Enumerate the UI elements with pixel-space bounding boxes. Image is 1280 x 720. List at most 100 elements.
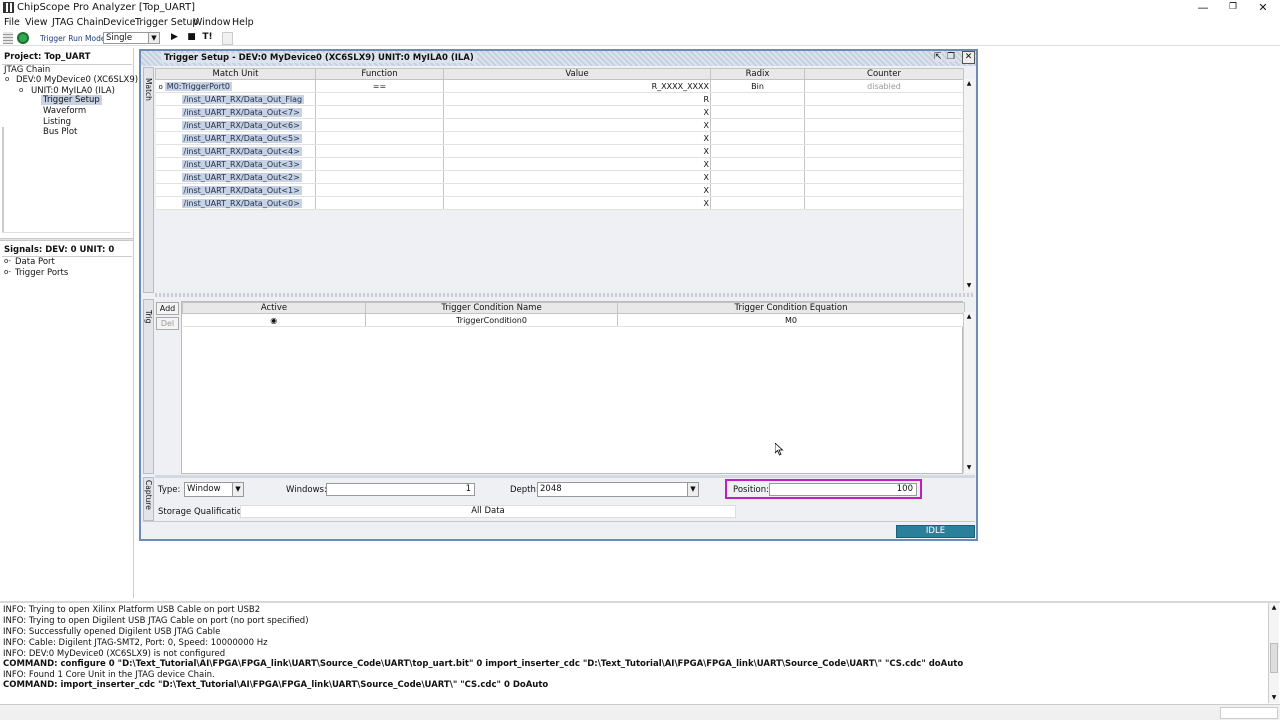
tree-item-trigger-setup[interactable]: Trigger Setup — [41, 95, 102, 105]
match-table-area: Match Unit Function Value Radix Counter … — [155, 68, 964, 292]
table-row[interactable]: /inst_UART_RX/Data_Out<1> X — [155, 183, 964, 197]
tree-item-waveform[interactable]: Waveform — [43, 106, 86, 116]
close-button[interactable]: ✕ — [1248, 0, 1278, 16]
console-line: INFO: Trying to open Xilinx Platform USB… — [3, 605, 261, 615]
value-cell[interactable]: X — [443, 183, 711, 197]
condition-name-cell[interactable]: TriggerCondition0 — [365, 313, 618, 327]
maximize-icon[interactable]: ❐ — [947, 52, 956, 62]
scroll-down-icon[interactable]: ▼ — [964, 463, 974, 473]
column-header[interactable]: Active — [182, 302, 366, 314]
section-splitter[interactable] — [155, 475, 975, 478]
storage-qualification-field[interactable]: All Data — [240, 505, 736, 518]
tree-toggle-icon[interactable]: o — [19, 86, 23, 94]
table-row[interactable]: /inst_UART_RX/Data_Out<2> X — [155, 170, 964, 184]
capture-side-tab[interactable]: Capture — [143, 477, 154, 521]
value-cell[interactable]: X — [443, 196, 711, 210]
divider — [2, 232, 130, 233]
value-cell[interactable]: X — [443, 144, 711, 158]
value-cell[interactable]: X — [443, 170, 711, 184]
trigger-run-mode-select[interactable]: Single ▼ — [103, 32, 160, 44]
type-select[interactable]: Window ▼ — [184, 482, 244, 497]
chain-grid-icon[interactable] — [3, 32, 13, 44]
column-header[interactable]: Match Unit — [155, 68, 316, 80]
trig-scrollbar[interactable]: ▲ ▼ — [963, 312, 974, 473]
type-value: Window — [187, 484, 221, 494]
radix-cell[interactable]: Bin — [710, 79, 805, 93]
sheet-icon[interactable] — [222, 32, 233, 45]
table-row[interactable]: /inst_UART_RX/Data_Out<4> X — [155, 144, 964, 158]
table-row[interactable]: /inst_UART_RX/Data_Out_Flag R — [155, 92, 964, 106]
scroll-down-icon[interactable]: ▼ — [964, 281, 974, 291]
tree-toggle-icon[interactable]: o- — [4, 257, 11, 265]
menu-trigger-setup[interactable]: Trigger Setup — [135, 17, 198, 28]
value-cell[interactable]: X — [443, 105, 711, 119]
scroll-up-icon[interactable]: ▲ — [964, 79, 974, 89]
run-button[interactable]: ▶ — [168, 32, 181, 45]
column-header[interactable]: Trigger Condition Name — [365, 302, 618, 314]
console-command-line: COMMAND: import_inserter_cdc "D:\Text_Tu… — [3, 680, 549, 690]
match-side-tab[interactable]: Match — [143, 67, 154, 293]
column-header[interactable]: Trigger Condition Equation — [617, 302, 965, 314]
value-cell[interactable]: X — [443, 131, 711, 145]
trigger-setup-titlebar[interactable]: Trigger Setup - DEV:0 MyDevice0 (XC6SLX9… — [141, 51, 976, 66]
scroll-up-icon[interactable]: ▲ — [1269, 603, 1279, 613]
scroll-up-icon[interactable]: ▲ — [964, 312, 974, 322]
condition-equation-cell[interactable]: M0 — [617, 313, 965, 327]
depth-select[interactable]: 2048 ▼ — [537, 482, 699, 497]
function-cell[interactable]: == — [315, 79, 444, 93]
menu-file[interactable]: File — [4, 17, 20, 28]
tree-toggle-icon[interactable]: o — [5, 75, 9, 83]
tree-item-jtag-chain[interactable]: JTAG Chain — [4, 65, 50, 75]
trigger-immediate-button[interactable]: T! — [200, 32, 215, 45]
close-icon[interactable]: ✕ — [962, 51, 975, 64]
position-input[interactable]: 100 — [769, 483, 917, 496]
windows-input[interactable]: 1 — [326, 483, 475, 496]
console-line: INFO: Cable: Digilent JTAG-SMT2, Port: 0… — [3, 638, 268, 648]
trig-table: Active Trigger Condition Name Trigger Co… — [182, 302, 965, 327]
active-radio[interactable]: ◉ — [182, 313, 366, 327]
value-cell[interactable]: R — [443, 92, 711, 106]
tree-toggle-icon[interactable]: o — [159, 83, 163, 91]
trig-side-tab[interactable]: Trig — [143, 299, 154, 474]
maximize-button[interactable]: ❐ — [1218, 0, 1248, 16]
tree-item-listing[interactable]: Listing — [43, 117, 71, 127]
tree-item-trigger-ports[interactable]: Trigger Ports — [15, 268, 68, 278]
add-condition-button[interactable]: Add — [156, 302, 179, 315]
menu-window[interactable]: Window — [193, 17, 230, 28]
scroll-down-icon[interactable]: ▼ — [1269, 693, 1279, 703]
stop-button[interactable]: ■ — [185, 32, 198, 45]
column-header[interactable]: Counter — [804, 68, 964, 80]
table-row[interactable]: ◉ TriggerCondition0 M0 — [182, 313, 965, 327]
table-row[interactable]: /inst_UART_RX/Data_Out<3> X — [155, 157, 964, 171]
column-header[interactable]: Function — [315, 68, 444, 80]
column-header[interactable]: Value — [443, 68, 711, 80]
tree-toggle-icon[interactable]: o- — [4, 268, 11, 276]
table-row[interactable]: /inst_UART_RX/Data_Out<7> X — [155, 105, 964, 119]
match-scrollbar[interactable]: ▲ ▼ — [963, 79, 974, 291]
divider — [143, 521, 975, 522]
menu-device[interactable]: Device — [103, 17, 136, 28]
scroll-thumb[interactable] — [1270, 643, 1278, 673]
tree-item-device[interactable]: DEV:0 MyDevice0 (XC6SLX9) — [16, 75, 138, 85]
table-row[interactable]: /inst_UART_RX/Data_Out<5> X — [155, 131, 964, 145]
tree-item-data-port[interactable]: Data Port — [15, 257, 55, 267]
panel-splitter[interactable] — [0, 238, 133, 241]
value-cell[interactable]: R_XXXX_XXXX — [443, 79, 711, 93]
tree-item-bus-plot[interactable]: Bus Plot — [43, 127, 77, 137]
delete-condition-button[interactable]: Del — [156, 317, 179, 330]
value-cell[interactable]: X — [443, 118, 711, 132]
table-row[interactable]: /inst_UART_RX/Data_Out<6> X — [155, 118, 964, 132]
table-row[interactable]: o M0:TriggerPort0 == R_XXXX_XXXX Bin disa… — [155, 79, 964, 93]
section-splitter[interactable] — [155, 293, 975, 297]
menu-help[interactable]: Help — [232, 17, 254, 28]
counter-cell[interactable]: disabled — [804, 79, 964, 93]
table-row[interactable]: /inst_UART_RX/Data_Out<0> X — [155, 196, 964, 210]
minimize-button[interactable]: — — [1188, 0, 1218, 16]
float-icon[interactable]: ⇱ — [934, 52, 942, 62]
value-cell[interactable]: X — [443, 157, 711, 171]
console-scrollbar[interactable]: ▲ ▼ — [1268, 603, 1279, 703]
menu-view[interactable]: View — [25, 17, 48, 28]
menu-jtag-chain[interactable]: JTAG Chain — [52, 17, 104, 28]
column-header[interactable]: Radix — [710, 68, 805, 80]
auto-connect-icon[interactable] — [17, 32, 29, 44]
